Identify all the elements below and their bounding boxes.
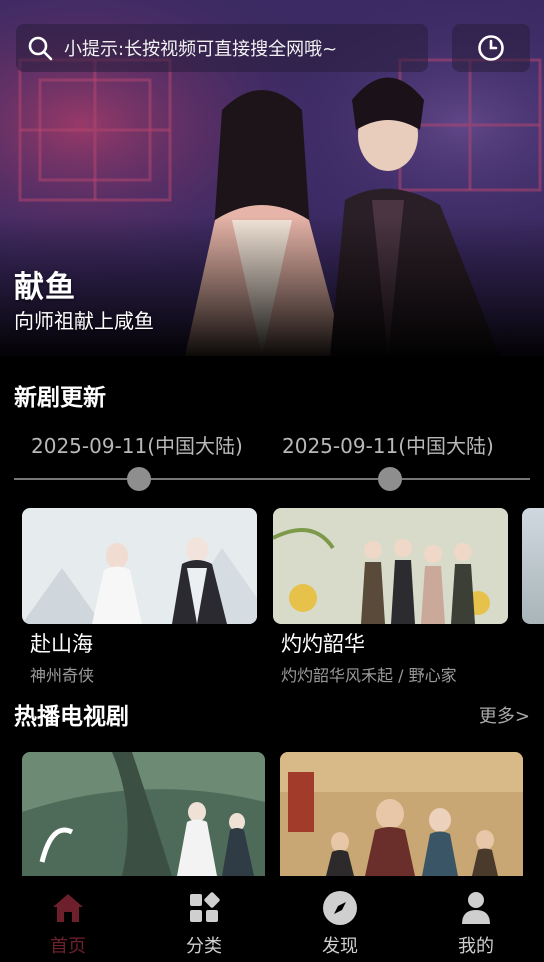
- search-icon[interactable]: [16, 24, 64, 72]
- timeline-dot: [378, 467, 402, 491]
- hot-tv-card[interactable]: [22, 752, 265, 876]
- new-drama-subtitle: 神州奇侠: [30, 666, 95, 685]
- clock-icon: [478, 35, 504, 61]
- timeline-dot: [127, 467, 151, 491]
- timeline-date: 2025-09-11(中国大陆): [31, 434, 243, 458]
- hero-fade: [0, 216, 544, 356]
- more-link[interactable]: 更多>: [479, 702, 530, 728]
- search-hint[interactable]: 小提示:长按视频可直接搜全网哦~: [64, 35, 337, 61]
- nav-item-home[interactable]: 首页: [0, 876, 136, 962]
- new-drama-subtitle: 灼灼韶华风禾起 / 野心家: [281, 666, 457, 685]
- hero-title: 献鱼: [14, 270, 76, 305]
- new-drama-title: 赴山海: [30, 632, 93, 656]
- hot-tv-poster: [22, 752, 265, 876]
- hero-subtitle: 向师祖献上咸鱼: [14, 309, 154, 333]
- bottom-nav: 首页 分类 发现 我的: [0, 876, 544, 962]
- new-drama-title: 灼灼韶华: [281, 632, 365, 656]
- compass-icon: [322, 890, 358, 926]
- user-icon: [458, 890, 494, 926]
- hot-tv-card[interactable]: [280, 752, 523, 876]
- nav-label: 我的: [458, 936, 494, 957]
- new-drama-card-peek[interactable]: [522, 508, 544, 624]
- new-drama-card[interactable]: 灼灼韶华 灼灼韶华风禾起 / 野心家: [273, 508, 508, 686]
- nav-item-profile[interactable]: 我的: [408, 876, 544, 962]
- search-bar[interactable]: 小提示:长按视频可直接搜全网哦~: [16, 24, 428, 72]
- new-drama-poster: [273, 508, 508, 624]
- nav-item-discover[interactable]: 发现: [272, 876, 408, 962]
- new-drama-poster: [22, 508, 257, 624]
- section-title-hot-tv: 热播电视剧: [14, 704, 129, 730]
- new-drama-card[interactable]: 赴山海 神州奇侠: [22, 508, 257, 686]
- nav-label: 发现: [322, 936, 358, 957]
- nav-item-category[interactable]: 分类: [136, 876, 272, 962]
- history-button[interactable]: [452, 24, 530, 72]
- hot-tv-poster: [280, 752, 523, 876]
- section-title-new-dramas: 新剧更新: [14, 385, 106, 411]
- nav-label: 分类: [186, 936, 222, 957]
- category-icon: [186, 890, 222, 926]
- timeline-date: 2025-09-11(中国大陆): [282, 434, 494, 458]
- home-icon: [50, 890, 86, 926]
- timeline-line: [14, 478, 530, 480]
- nav-label: 首页: [50, 936, 86, 957]
